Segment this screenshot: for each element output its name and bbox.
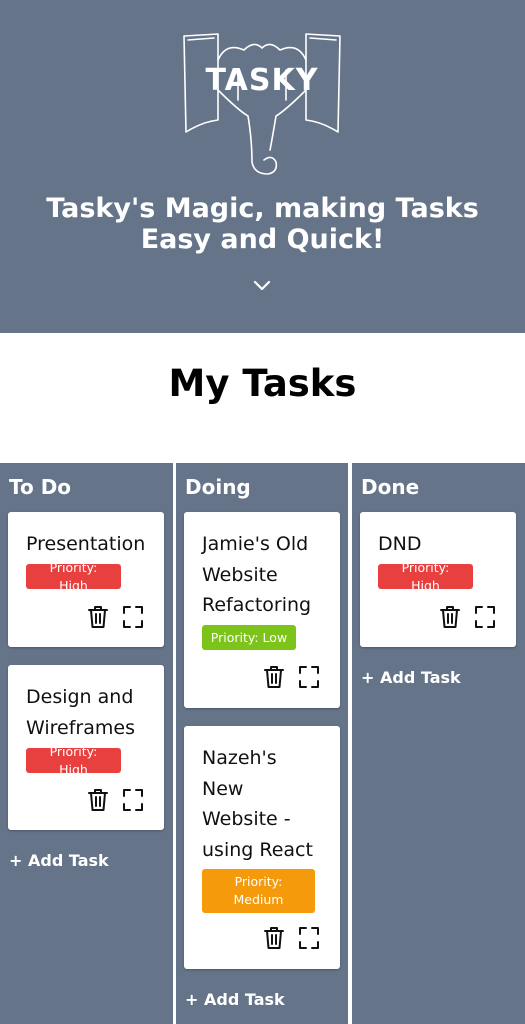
task-title-line: Wireframes [26, 716, 135, 739]
column-title: Doing [185, 475, 251, 499]
task-title-line: Website [202, 563, 278, 586]
column-done: Done DND Priority: High + Add Task [352, 463, 525, 1024]
task-title: Jamie's Old Website Refactoring [202, 529, 330, 621]
page-title: My Tasks [168, 362, 357, 405]
task-title-line: Design and [26, 686, 134, 708]
task-title-line: Nazeh's [202, 747, 277, 769]
trash-icon[interactable] [86, 787, 110, 813]
priority-badge: Priority: High [378, 560, 473, 593]
task-title-line: DND [378, 533, 422, 555]
expand-icon[interactable] [121, 604, 145, 630]
trash-icon[interactable] [86, 604, 110, 630]
task-title-line: Presentation [26, 533, 146, 555]
task-card[interactable]: DND Priority: High [360, 512, 516, 647]
task-title-line: Jamie's Old [202, 533, 309, 555]
priority-badge: Priority: Low [202, 625, 296, 650]
trash-icon[interactable] [438, 604, 462, 630]
column-todo: To Do Presentation Priority: High Design… [0, 463, 173, 1024]
task-title: DND [378, 529, 506, 560]
task-card[interactable]: Design and Wireframes Priority: High [8, 665, 164, 830]
trash-icon[interactable] [262, 664, 286, 690]
trash-icon[interactable] [262, 925, 286, 951]
column-title: Done [361, 475, 420, 499]
task-card[interactable]: Presentation Priority: High [8, 512, 164, 647]
hero-title-line1: Tasky's Magic, making Tasks [46, 193, 479, 224]
tasky-logo: TASKY [183, 33, 341, 175]
task-title: Design and Wireframes [26, 682, 154, 743]
task-card[interactable]: Nazeh's New Website - using React Priori… [184, 726, 340, 969]
column-title: To Do [9, 475, 72, 499]
task-card[interactable]: Jamie's Old Website Refactoring Priority… [184, 512, 340, 708]
priority-badge: Priority: High [26, 744, 121, 777]
expand-icon[interactable] [297, 664, 321, 690]
priority-badge: Priority: Medium [202, 869, 315, 913]
task-title-line: New [202, 777, 244, 800]
expand-icon[interactable] [473, 604, 497, 630]
task-title-line: using React [202, 838, 313, 861]
add-task-button[interactable]: + Add Task [9, 851, 109, 870]
logo-text: TASKY [206, 63, 319, 98]
task-title-line: Refactoring [202, 594, 312, 616]
hero-title: Tasky's Magic, making Tasks Easy and Qui… [20, 193, 505, 255]
task-title-line: Website - [202, 808, 291, 830]
task-title: Nazeh's New Website - using React [202, 743, 330, 865]
task-title: Presentation [26, 529, 154, 560]
hero-header: TASKY Tasky's Magic, making Tasks Easy a… [0, 0, 525, 333]
hero-title-line2: Easy and Quick! [140, 224, 385, 255]
expand-icon[interactable] [121, 787, 145, 813]
add-task-button[interactable]: + Add Task [361, 668, 461, 687]
column-doing: Doing Jamie's Old Website Refactoring Pr… [176, 463, 348, 1024]
kanban-board: To Do Presentation Priority: High Design… [0, 463, 525, 1024]
expand-icon[interactable] [297, 925, 321, 951]
priority-badge-line: Priority: [234, 874, 283, 889]
priority-badge-line: Medium [233, 892, 284, 907]
add-task-button[interactable]: + Add Task [185, 990, 285, 1009]
priority-badge: Priority: High [26, 560, 121, 593]
chevron-down-icon[interactable] [252, 278, 272, 292]
